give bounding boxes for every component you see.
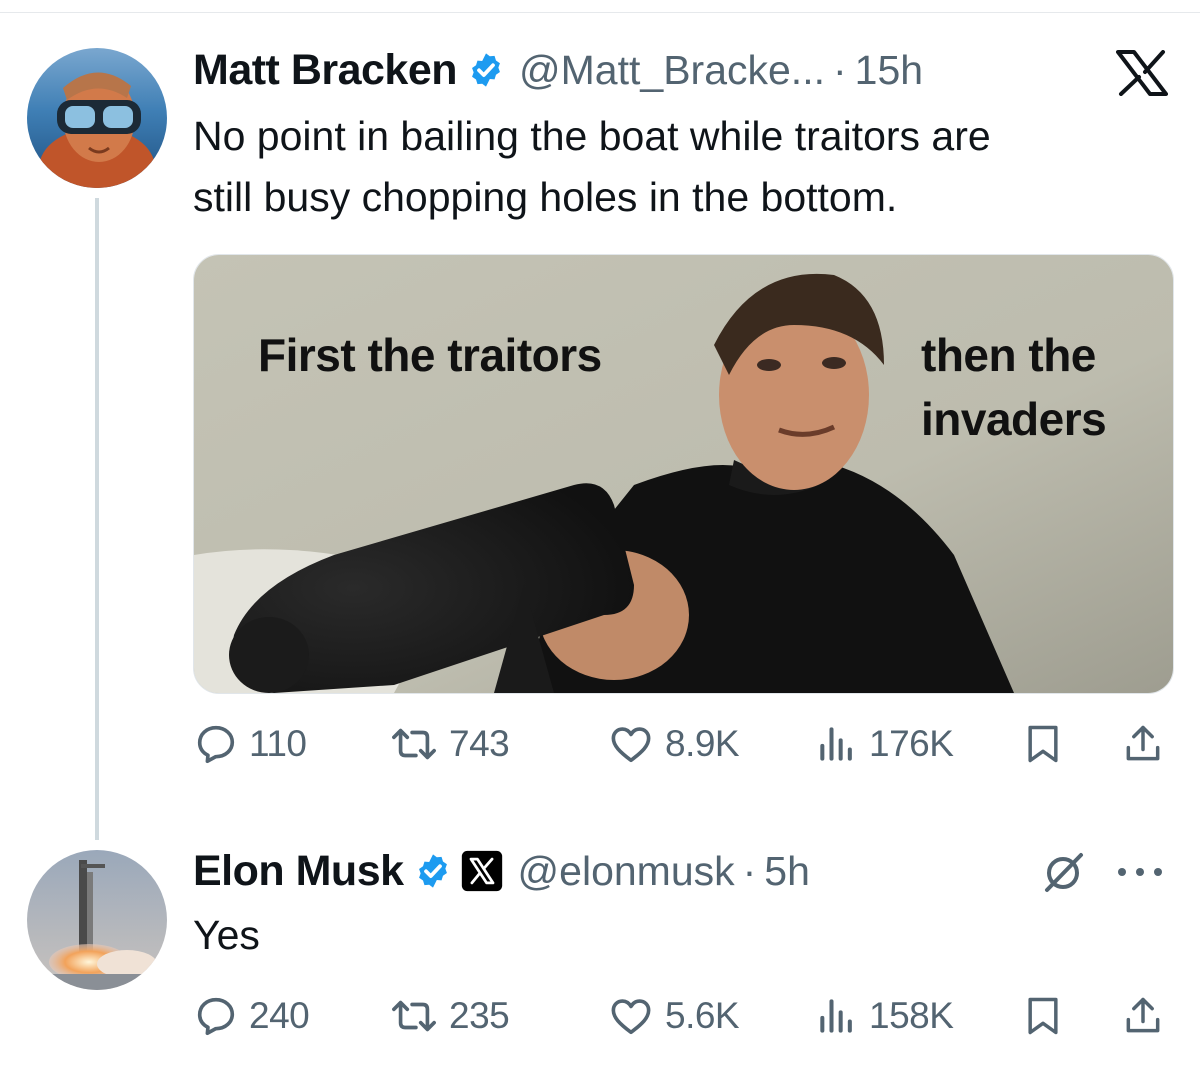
retweet-count: 743 <box>449 723 510 764</box>
tweet-time[interactable]: 15h <box>855 47 923 94</box>
reply-icon <box>197 725 235 764</box>
tweet-actions: 240 235 5.6K 158K <box>193 986 1173 1046</box>
reply-icon <box>197 997 235 1036</box>
like-button[interactable]: 5.6K <box>607 986 740 1046</box>
tweet-text: Yes <box>193 912 260 958</box>
separator-dot: · <box>742 847 757 894</box>
like-count: 5.6K <box>665 995 740 1036</box>
meme-photo <box>194 255 1173 693</box>
avatar-matt-bracken[interactable] <box>27 48 167 188</box>
bookmark-icon <box>1028 725 1058 763</box>
bookmark-button[interactable] <box>1021 986 1065 1046</box>
retweet-button[interactable]: 743 <box>389 714 510 774</box>
author-name[interactable]: Elon Musk <box>193 847 404 896</box>
verified-badge-icon <box>418 854 447 888</box>
retweet-button[interactable]: 235 <box>389 986 510 1046</box>
author-name[interactable]: Matt Bracken <box>193 46 458 95</box>
bookmark-icon <box>1028 997 1058 1035</box>
meme-caption-left: First the traitors <box>258 329 602 381</box>
share-button[interactable] <box>1121 714 1165 774</box>
like-button[interactable]: 8.9K <box>607 714 740 774</box>
views-icon <box>820 727 852 761</box>
author-handle[interactable]: @elonmusk <box>518 848 735 895</box>
views-count: 176K <box>869 723 954 764</box>
retweet-icon <box>392 728 436 760</box>
grok-icon[interactable] <box>1040 848 1088 896</box>
retweet-count: 235 <box>449 995 510 1036</box>
avatar-photo <box>27 48 167 188</box>
views-button[interactable]: 176K <box>815 714 954 774</box>
meme-caption-right-line: then the <box>921 329 1096 381</box>
bookmark-button[interactable] <box>1021 714 1065 774</box>
verified-badge-icon <box>472 53 500 87</box>
reply-button[interactable]: 110 <box>193 714 307 774</box>
reply-count: 240 <box>249 995 310 1036</box>
thread-connector-line <box>95 198 99 840</box>
tweet-actions: 110 743 8.9K 176K <box>193 714 1173 774</box>
tweet-time[interactable]: 5h <box>764 848 810 895</box>
more-icon[interactable] <box>1114 858 1166 886</box>
like-count: 8.9K <box>665 723 740 764</box>
avatar-photo <box>27 850 167 990</box>
heart-icon <box>611 999 651 1035</box>
share-button[interactable] <box>1121 986 1165 1046</box>
views-icon <box>820 999 852 1033</box>
reply-count: 110 <box>249 723 307 764</box>
retweet-icon <box>392 1000 436 1032</box>
views-button[interactable]: 158K <box>815 986 954 1046</box>
avatar-elon-musk[interactable] <box>27 850 167 990</box>
reply-button[interactable]: 240 <box>193 986 310 1046</box>
tweet-header: Matt Bracken @Matt_Bracke... · 15h <box>193 40 923 100</box>
heart-icon <box>611 727 651 763</box>
tweet-media-image[interactable]: First the traitors then the invaders <box>193 254 1174 694</box>
share-icon <box>1126 997 1160 1033</box>
tweet-text: No point in bailing the boat while trait… <box>193 106 991 228</box>
meme-caption-right-line: invaders <box>921 393 1107 445</box>
x-logo-icon <box>461 850 502 892</box>
meme-caption-right: then the invaders <box>921 323 1107 451</box>
tweet-header: Elon Musk @elonmusk · 5h <box>193 841 810 901</box>
tweet-text-line: No point in bailing the boat while trait… <box>193 113 991 159</box>
top-divider <box>0 12 1200 13</box>
author-handle[interactable]: @Matt_Bracke... <box>519 47 825 94</box>
share-icon <box>1126 725 1160 761</box>
separator-dot: · <box>832 46 847 93</box>
x-logo-icon <box>1116 50 1168 96</box>
tweet-text-line: still busy chopping holes in the bottom. <box>193 174 898 220</box>
views-count: 158K <box>869 995 954 1036</box>
